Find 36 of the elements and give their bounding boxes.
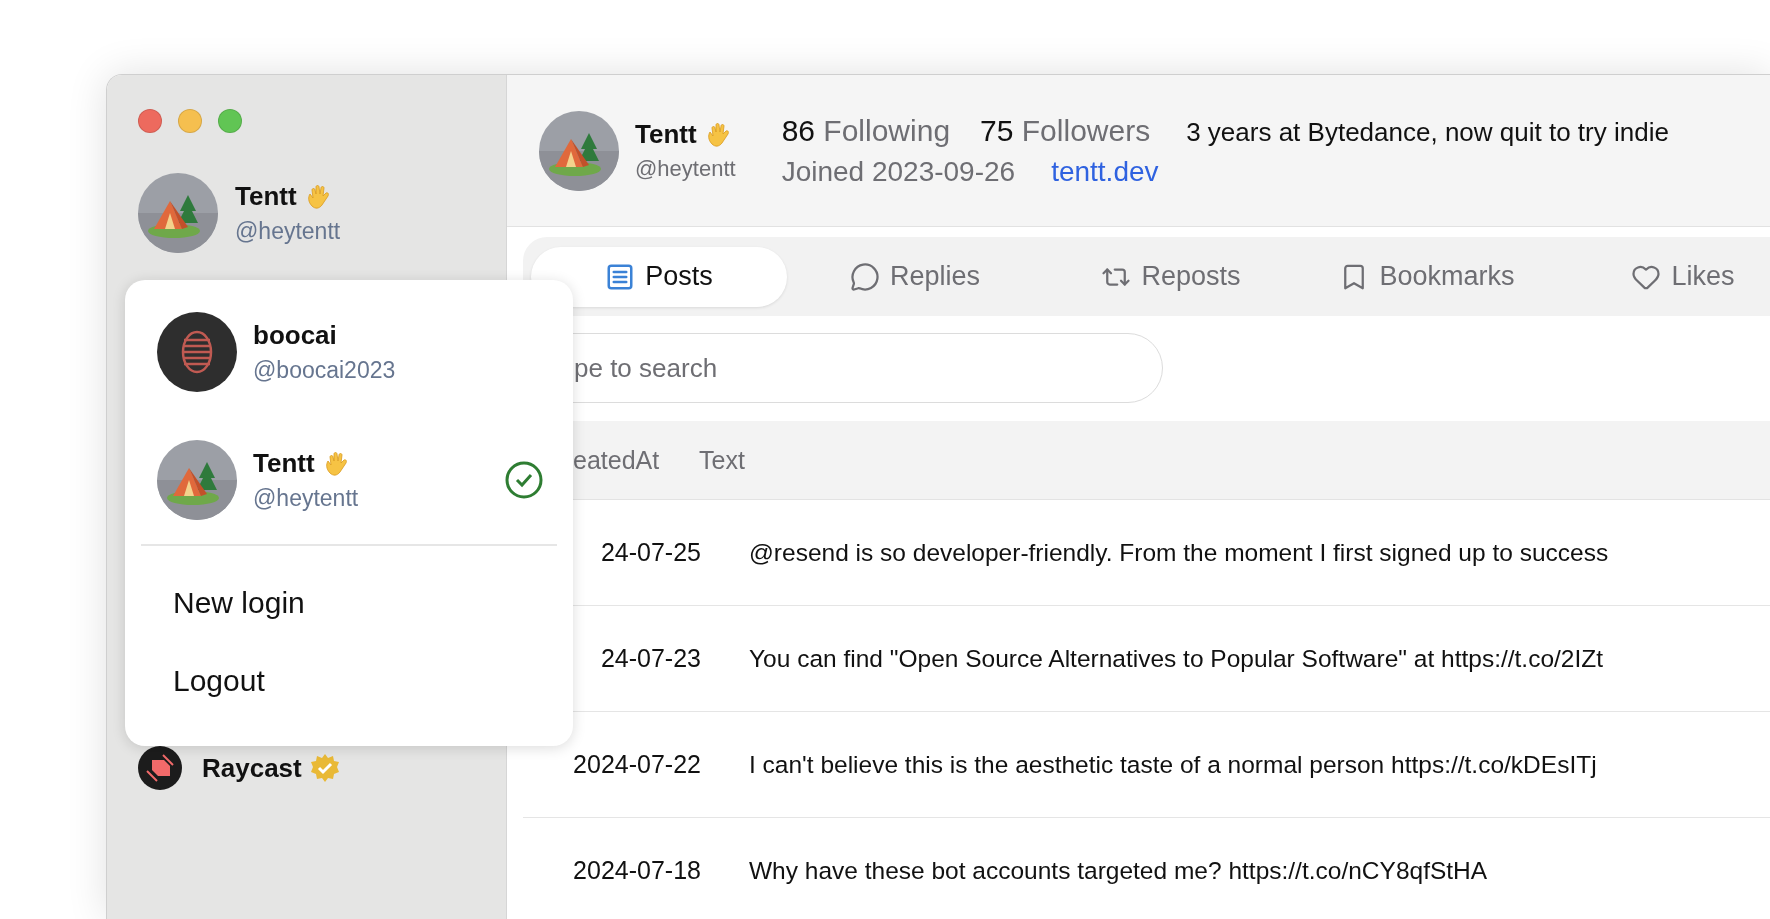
post-text-cell: You can find "Open Source Alternatives to Popular Software" at https://t.co/2IZt [749,644,1604,673]
post-text-cell: Why have these bot accounts targeted me? https://t.co/nCY8qfStHA [749,856,1488,885]
close-button[interactable] [138,109,162,133]
profile-name: Tentt [635,119,697,150]
column-header[interactable]: Text [699,445,745,475]
zoom-button[interactable] [218,109,242,133]
tab[interactable]: Reposts [1043,246,1299,307]
logo-icon [138,746,182,790]
minimize-button[interactable] [178,109,202,133]
date-cell-text: 2024-07-18 [572,856,701,885]
menu-item[interactable]: Logout [125,664,265,698]
joined-date: Joined 2023-09-26 [781,155,1016,188]
user-handle: @heytentt [235,218,341,245]
following-count: 86 Following [781,113,951,148]
date-cell-text: 2024-07-22 [572,750,701,779]
tab[interactable]: Posts [531,246,787,307]
profile-handle: @heytentt [635,156,736,182]
account-name[interactable]: Tentt [253,448,315,479]
tab[interactable]: Bookmarks [1299,246,1555,307]
account-handle: @heytentt [253,485,360,512]
speech-bubble-icon [849,261,880,292]
account-name[interactable]: boocai [253,320,337,351]
profile-bio: 3 years at Bytedance, now quit to try indie [1186,116,1669,148]
date-cell-text: 24-07-23 [599,644,701,673]
tab[interactable]: Likes [1555,246,1770,307]
date-cell-text: 24-07-25 [599,538,701,567]
account-handle: @boocai2023 [253,357,397,384]
followers-count: 75 Followers [980,113,1151,148]
avatar-icon [157,312,237,392]
menu-item[interactable]: New login [125,586,305,620]
account-name[interactable]: Raycast [202,752,302,784]
website-link[interactable]: tentt.dev [1051,155,1159,188]
post-text-cell: @resend is so developer-friendly. From the moment I first signed up to success [749,538,1609,567]
tab[interactable]: Replies [787,246,1043,307]
user-name: Tentt [235,181,297,212]
post-text-cell: I can't believe this is the aesthetic taste of a normal person https://t.co/kDEsITj [749,750,1597,779]
